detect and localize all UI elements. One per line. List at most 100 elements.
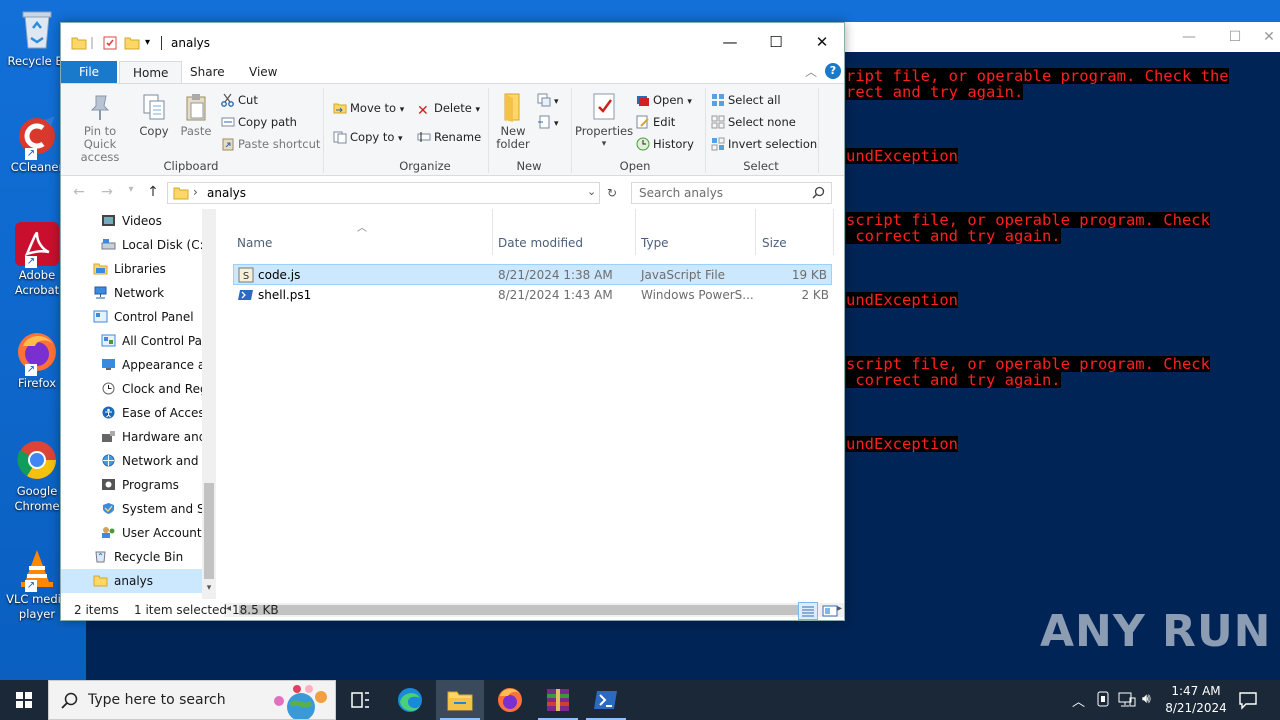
column-header-date[interactable]: Date modified xyxy=(498,236,583,250)
volume-tray-icon[interactable]: 🔊︎ xyxy=(1142,691,1151,707)
powershell-taskbar-icon[interactable] xyxy=(582,680,630,720)
paste-shortcut-button[interactable]: Paste shortcut xyxy=(221,134,320,154)
nav-item-control-panel[interactable]: Control Panel xyxy=(93,305,194,329)
winrar-taskbar-icon[interactable] xyxy=(534,680,582,720)
firefox-taskbar-icon[interactable] xyxy=(486,680,534,720)
notifications-icon[interactable] xyxy=(1238,690,1258,713)
file-explorer-taskbar-icon[interactable] xyxy=(436,680,484,720)
customize-quick-access-dropdown-icon[interactable]: ▾ xyxy=(145,36,161,50)
column-divider[interactable] xyxy=(635,209,636,255)
pin-to-quick-access-button[interactable]: Pin to Quick access xyxy=(67,92,133,164)
nav-item-appearance[interactable]: Appearance an xyxy=(101,353,213,377)
tab-view[interactable]: View xyxy=(236,61,290,84)
open-button[interactable]: Open ▾ xyxy=(636,90,692,110)
maximize-button[interactable]: ☐ xyxy=(753,23,799,61)
properties-quick-access-icon[interactable] xyxy=(102,36,118,50)
nav-scroll-thumb[interactable] xyxy=(204,483,214,579)
nav-item-network[interactable]: Network xyxy=(93,281,164,305)
ps-minimize-button[interactable]: — xyxy=(1166,26,1212,48)
nav-item-programs[interactable]: Programs xyxy=(101,473,179,497)
move-to-button[interactable]: Move to ▾ xyxy=(333,98,404,118)
up-arrow-icon[interactable]: ↑ xyxy=(143,184,163,202)
address-dropdown-chevron-icon[interactable]: ⌄ xyxy=(587,185,596,198)
new-group-label: New xyxy=(516,159,542,173)
large-icons-view-icon[interactable] xyxy=(821,603,839,619)
copy-to-button[interactable]: Copy to ▾ xyxy=(333,127,403,147)
easy-access-button[interactable]: ▾ xyxy=(537,112,559,132)
pin-label-line2: access xyxy=(80,150,120,164)
column-divider[interactable] xyxy=(755,209,756,255)
column-header-size[interactable]: Size xyxy=(762,236,787,250)
nav-item-ease-of-access[interactable]: Ease of Access xyxy=(101,401,211,425)
new-folder-button[interactable]: New folder xyxy=(493,92,533,151)
close-button[interactable]: ✕ xyxy=(799,23,845,61)
column-header-name[interactable]: Name xyxy=(237,236,272,250)
collapse-ribbon-icon[interactable]: ︿ xyxy=(805,63,817,80)
nav-pane-scrollbar[interactable]: ▾ xyxy=(202,209,216,599)
help-icon[interactable]: ? xyxy=(825,63,841,79)
search-input[interactable]: Search analys xyxy=(631,182,832,204)
nav-item-system-security[interactable]: System and Sec xyxy=(101,497,216,521)
rename-button[interactable]: Rename xyxy=(417,127,481,147)
minimize-button[interactable]: — xyxy=(707,23,753,61)
breadcrumb-separator-icon[interactable]: › xyxy=(193,185,198,199)
shortcut-arrow-icon: ↗ xyxy=(25,364,37,376)
breadcrumb-analys[interactable]: analys xyxy=(207,186,246,200)
file-row[interactable]: S code.js 8/21/2024 1:38 AM JavaScript F… xyxy=(233,264,832,285)
nav-item-videos[interactable]: Videos xyxy=(101,209,162,233)
nav-item-analys[interactable]: analys xyxy=(61,569,202,593)
tab-file[interactable]: File xyxy=(61,61,117,84)
recent-locations-chevron-icon[interactable]: ▾ xyxy=(121,184,141,202)
network-tray-icon[interactable] xyxy=(1118,692,1136,711)
nav-item-user-accounts[interactable]: User Accounts xyxy=(101,521,208,545)
details-view-icon[interactable] xyxy=(798,602,818,620)
ps-close-button[interactable]: ✕ xyxy=(1258,26,1280,48)
history-button[interactable]: History xyxy=(636,134,694,154)
scroll-down-icon[interactable]: ▾ xyxy=(203,583,215,593)
file-row[interactable]: shell.ps1 8/21/2024 1:43 AM Windows Powe… xyxy=(233,285,832,306)
taskbar-clock[interactable]: 1:47 AM 8/21/2024 xyxy=(1162,683,1230,717)
paste-button[interactable]: Paste xyxy=(177,92,215,138)
back-arrow-icon[interactable]: ← xyxy=(69,184,89,202)
new-item-button[interactable]: ▾ xyxy=(537,90,559,110)
edge-taskbar-icon[interactable] xyxy=(386,680,434,720)
copy-button[interactable]: Copy xyxy=(137,92,171,138)
select-none-button[interactable]: Select none xyxy=(711,112,796,132)
nav-item-hardware[interactable]: Hardware and xyxy=(101,425,206,449)
nav-item-network-internet[interactable]: Network and Ir xyxy=(101,449,211,473)
task-view-button[interactable] xyxy=(336,680,384,720)
tab-home[interactable]: Home xyxy=(119,61,183,84)
ps-error-line: correct and try again. xyxy=(846,371,1061,389)
file-explorer-window[interactable]: ▾ analys — ☐ ✕ File Home Share View ︿ ? … xyxy=(60,22,845,621)
forward-arrow-icon[interactable]: → xyxy=(97,184,117,202)
delete-button[interactable]: ✕ Delete ▾ xyxy=(417,98,480,118)
start-button[interactable] xyxy=(0,680,48,720)
tab-share[interactable]: Share xyxy=(177,61,238,84)
invert-selection-button[interactable]: Invert selection xyxy=(711,134,817,154)
copy-path-button[interactable]: Copy path xyxy=(221,112,297,132)
column-divider[interactable] xyxy=(833,209,834,255)
refresh-icon[interactable]: ↻ xyxy=(602,182,622,204)
show-hidden-icons-chevron-icon[interactable]: ︿ xyxy=(1072,691,1085,710)
nav-item-label: analys xyxy=(114,574,153,588)
nav-item-local-disk[interactable]: Local Disk (C:) xyxy=(101,233,208,257)
cut-button[interactable]: Cut xyxy=(221,90,258,110)
taskbar-search-box[interactable]: Type here to search xyxy=(48,680,336,720)
edit-button[interactable]: Edit xyxy=(636,112,675,132)
column-header-type[interactable]: Type xyxy=(641,236,669,250)
select-all-button[interactable]: Select all xyxy=(711,90,781,110)
nav-item-clock-region[interactable]: Clock and Regi xyxy=(101,377,211,401)
tray-device-icon[interactable] xyxy=(1096,691,1110,710)
nav-item-libraries[interactable]: Libraries xyxy=(93,257,166,281)
nav-item-all-control-panel[interactable]: All Control Par xyxy=(101,329,207,353)
sort-ascending-icon: ︿ xyxy=(357,223,367,234)
ribbon-home: Pin to Quick access Copy Paste Cut Copy … xyxy=(61,83,844,176)
new-folder-quick-access-icon[interactable] xyxy=(124,36,140,50)
explorer-titlebar[interactable]: ▾ analys — ☐ ✕ xyxy=(61,23,844,61)
address-box[interactable]: › analys ⌄ xyxy=(167,182,600,204)
properties-button[interactable]: Properties ▾ xyxy=(575,92,633,151)
column-divider[interactable] xyxy=(492,209,493,255)
file-type: JavaScript File xyxy=(641,268,726,282)
nav-item-recycle-bin[interactable]: Recycle Bin xyxy=(93,545,183,569)
ps-maximize-button[interactable]: ☐ xyxy=(1212,26,1258,48)
